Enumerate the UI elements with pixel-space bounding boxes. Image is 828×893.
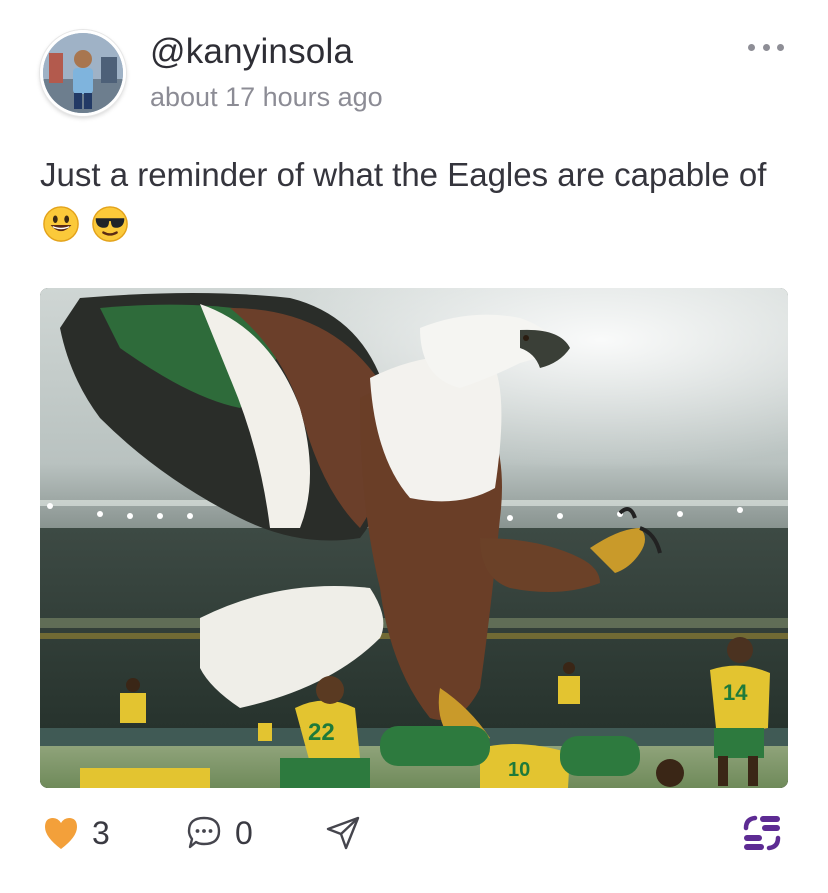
comment-count: 0 bbox=[235, 814, 253, 851]
app-logo-icon bbox=[743, 815, 781, 851]
post-body: Just a reminder of what the Eagles are c… bbox=[40, 150, 800, 250]
ellipsis-icon[interactable] bbox=[748, 38, 784, 56]
share-button[interactable] bbox=[325, 808, 361, 858]
avatar[interactable] bbox=[40, 30, 126, 116]
like-count: 3 bbox=[92, 814, 110, 851]
comment-button[interactable]: 0 bbox=[185, 808, 253, 858]
jersey-number-10: 10 bbox=[508, 759, 530, 781]
menu-dot bbox=[777, 43, 784, 51]
like-button[interactable]: 3 bbox=[42, 808, 110, 858]
post-username[interactable]: @kanyinsola bbox=[150, 32, 353, 72]
app-logo-button[interactable] bbox=[740, 808, 784, 858]
menu-dot bbox=[748, 43, 755, 51]
jersey-number-14: 14 bbox=[723, 680, 748, 705]
avatar-image bbox=[43, 33, 123, 113]
menu-dot bbox=[762, 43, 770, 51]
post-timestamp: about 17 hours ago bbox=[150, 82, 383, 112]
post-text: Just a reminder of what the Eagles are c… bbox=[40, 156, 767, 193]
post-actions: 3 0 bbox=[40, 808, 788, 858]
heart-icon bbox=[45, 818, 77, 849]
paper-plane-icon bbox=[326, 816, 360, 850]
sunglasses-face-icon bbox=[92, 206, 128, 242]
jersey-number-22: 22 bbox=[308, 719, 335, 746]
eagle-stadium-illustration: 22 14 10 bbox=[40, 288, 788, 788]
grinning-face-icon bbox=[43, 206, 79, 242]
speech-bubble-icon bbox=[187, 816, 221, 849]
post-image[interactable]: 22 14 10 bbox=[40, 288, 788, 788]
